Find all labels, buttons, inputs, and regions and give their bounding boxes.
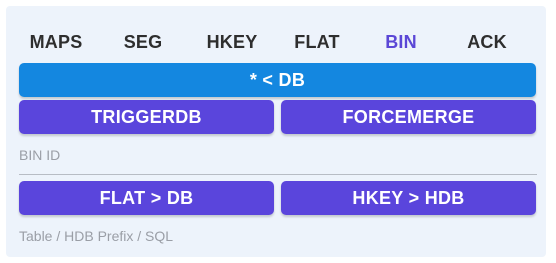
tab-maps[interactable]: MAPS — [12, 24, 100, 60]
tab-hkey[interactable]: HKEY — [190, 24, 274, 60]
table-prefix-label: Table / HDB Prefix / SQL — [19, 228, 174, 244]
divider — [19, 174, 537, 175]
forcemerge-button[interactable]: FORCEMERGE — [281, 100, 536, 134]
tab-bin[interactable]: BIN — [366, 24, 436, 60]
tab-bar: MAPS SEG HKEY FLAT BIN ACK — [6, 24, 546, 60]
flat-to-db-button[interactable]: FLAT > DB — [19, 181, 274, 215]
bin-id-label: BIN ID — [19, 147, 61, 163]
tab-seg[interactable]: SEG — [108, 24, 178, 60]
triggerdb-button[interactable]: TRIGGERDB — [19, 100, 274, 134]
hkey-to-hdb-button[interactable]: HKEY > HDB — [281, 181, 536, 215]
window-edge — [546, 0, 556, 263]
tab-flat[interactable]: FLAT — [278, 24, 356, 60]
tab-ack[interactable]: ACK — [452, 24, 522, 60]
bin-panel: MAPS SEG HKEY FLAT BIN ACK * < DB TRIGGE… — [6, 6, 546, 257]
all-to-db-button[interactable]: * < DB — [19, 63, 536, 97]
